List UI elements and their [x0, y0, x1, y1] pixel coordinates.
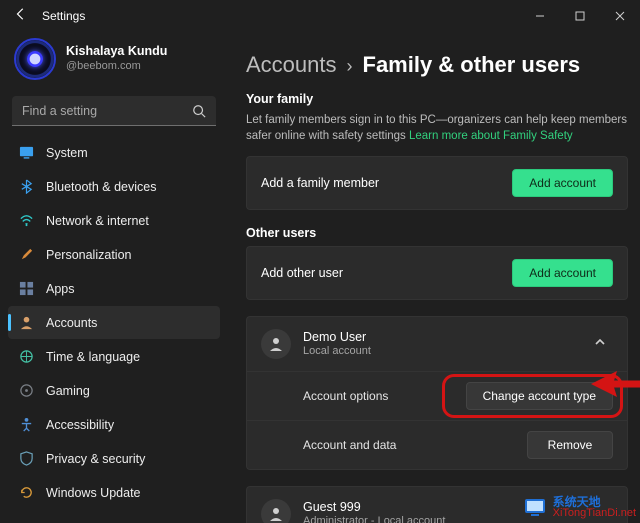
window-title: Settings: [42, 9, 85, 23]
card-guest-user: Guest 999 Administrator - Local account: [246, 486, 628, 523]
title-bar: Settings: [0, 0, 640, 32]
minimize-button[interactable]: [520, 0, 560, 32]
brush-icon: [18, 247, 34, 262]
guest-user-row[interactable]: Guest 999 Administrator - Local account: [247, 487, 627, 523]
account-data-label: Account and data: [303, 438, 396, 452]
sidebar-item-accounts[interactable]: Accounts: [8, 306, 220, 339]
add-family-label: Add a family member: [261, 176, 379, 190]
remove-account-button[interactable]: Remove: [527, 431, 613, 459]
demo-user-row[interactable]: Demo User Local account: [247, 317, 627, 371]
bluetooth-icon: [18, 179, 34, 194]
user-subtitle: Local account: [303, 345, 371, 359]
avatar: [14, 38, 56, 80]
sidebar-item-label: Time & language: [46, 350, 140, 364]
sidebar-item-apps[interactable]: Apps: [8, 272, 220, 305]
sidebar-item-privacy[interactable]: Privacy & security: [8, 442, 220, 475]
profile-block[interactable]: Kishalaya Kundu @beebom.com: [8, 32, 220, 92]
sidebar-item-label: Accessibility: [46, 418, 114, 432]
sidebar-item-label: Gaming: [46, 384, 90, 398]
person-icon: [18, 315, 34, 330]
main-panel: Accounts › Family & other users Your fam…: [226, 32, 640, 523]
sidebar-item-accessibility[interactable]: Accessibility: [8, 408, 220, 441]
search-icon: [192, 104, 206, 118]
system-icon: [18, 145, 34, 160]
sidebar-item-network[interactable]: Network & internet: [8, 204, 220, 237]
user-name: Guest 999: [303, 500, 445, 516]
sidebar-item-label: Apps: [46, 282, 75, 296]
user-name: Demo User: [303, 330, 371, 346]
sidebar-item-time-language[interactable]: Time & language: [8, 340, 220, 373]
breadcrumb: Accounts › Family & other users: [246, 32, 628, 92]
accessibility-icon: [18, 417, 34, 432]
person-icon: [261, 329, 291, 359]
user-subtitle: Administrator - Local account: [303, 515, 445, 523]
sidebar-item-label: Accounts: [46, 316, 97, 330]
sidebar-item-label: Bluetooth & devices: [46, 180, 157, 194]
search-field[interactable]: [12, 96, 216, 126]
change-account-type-button[interactable]: Change account type: [466, 382, 613, 410]
sidebar-item-label: Personalization: [46, 248, 131, 262]
add-family-account-button[interactable]: Add account: [512, 169, 613, 197]
family-safety-link[interactable]: Learn more about Family Safety: [409, 130, 573, 142]
section-other-users: Other users: [246, 226, 628, 240]
shield-icon: [18, 451, 34, 466]
sidebar: Kishalaya Kundu @beebom.com System Bluet…: [0, 32, 226, 523]
maximize-button[interactable]: [560, 0, 600, 32]
update-icon: [18, 485, 34, 500]
search-input[interactable]: [22, 104, 184, 118]
sidebar-item-system[interactable]: System: [8, 136, 220, 169]
profile-email: @beebom.com: [66, 60, 167, 74]
nav-list: System Bluetooth & devices Network & int…: [8, 136, 220, 509]
profile-name: Kishalaya Kundu: [66, 44, 167, 60]
person-icon: [261, 499, 291, 523]
chevron-right-icon: ›: [347, 56, 353, 77]
sidebar-item-gaming[interactable]: Gaming: [8, 374, 220, 407]
add-other-account-button[interactable]: Add account: [512, 259, 613, 287]
close-button[interactable]: [600, 0, 640, 32]
back-icon[interactable]: [14, 7, 28, 26]
add-other-label: Add other user: [261, 266, 343, 280]
card-add-family-member: Add a family member Add account: [246, 156, 628, 210]
window-controls: [520, 0, 640, 32]
sidebar-item-label: Network & internet: [46, 214, 149, 228]
card-demo-user: Demo User Local account Account options …: [246, 316, 628, 470]
sidebar-item-windows-update[interactable]: Windows Update: [8, 476, 220, 509]
section-your-family: Your family: [246, 92, 628, 106]
wifi-icon: [18, 213, 34, 228]
chevron-up-icon: [587, 335, 613, 353]
apps-icon: [18, 281, 34, 296]
sidebar-item-personalization[interactable]: Personalization: [8, 238, 220, 271]
clock-globe-icon: [18, 349, 34, 364]
account-data-row: Account and data Remove: [247, 420, 627, 469]
section-your-family-desc: Let family members sign in to this PC—or…: [246, 112, 628, 144]
sidebar-item-bluetooth[interactable]: Bluetooth & devices: [8, 170, 220, 203]
sidebar-item-label: Privacy & security: [46, 452, 145, 466]
page-title: Family & other users: [363, 52, 581, 78]
account-options-row: Account options Change account type: [247, 371, 627, 420]
gaming-icon: [18, 383, 34, 398]
breadcrumb-parent[interactable]: Accounts: [246, 52, 337, 78]
sidebar-item-label: Windows Update: [46, 486, 141, 500]
sidebar-item-label: System: [46, 146, 88, 160]
account-options-label: Account options: [303, 389, 388, 403]
card-add-other-user: Add other user Add account: [246, 246, 628, 300]
